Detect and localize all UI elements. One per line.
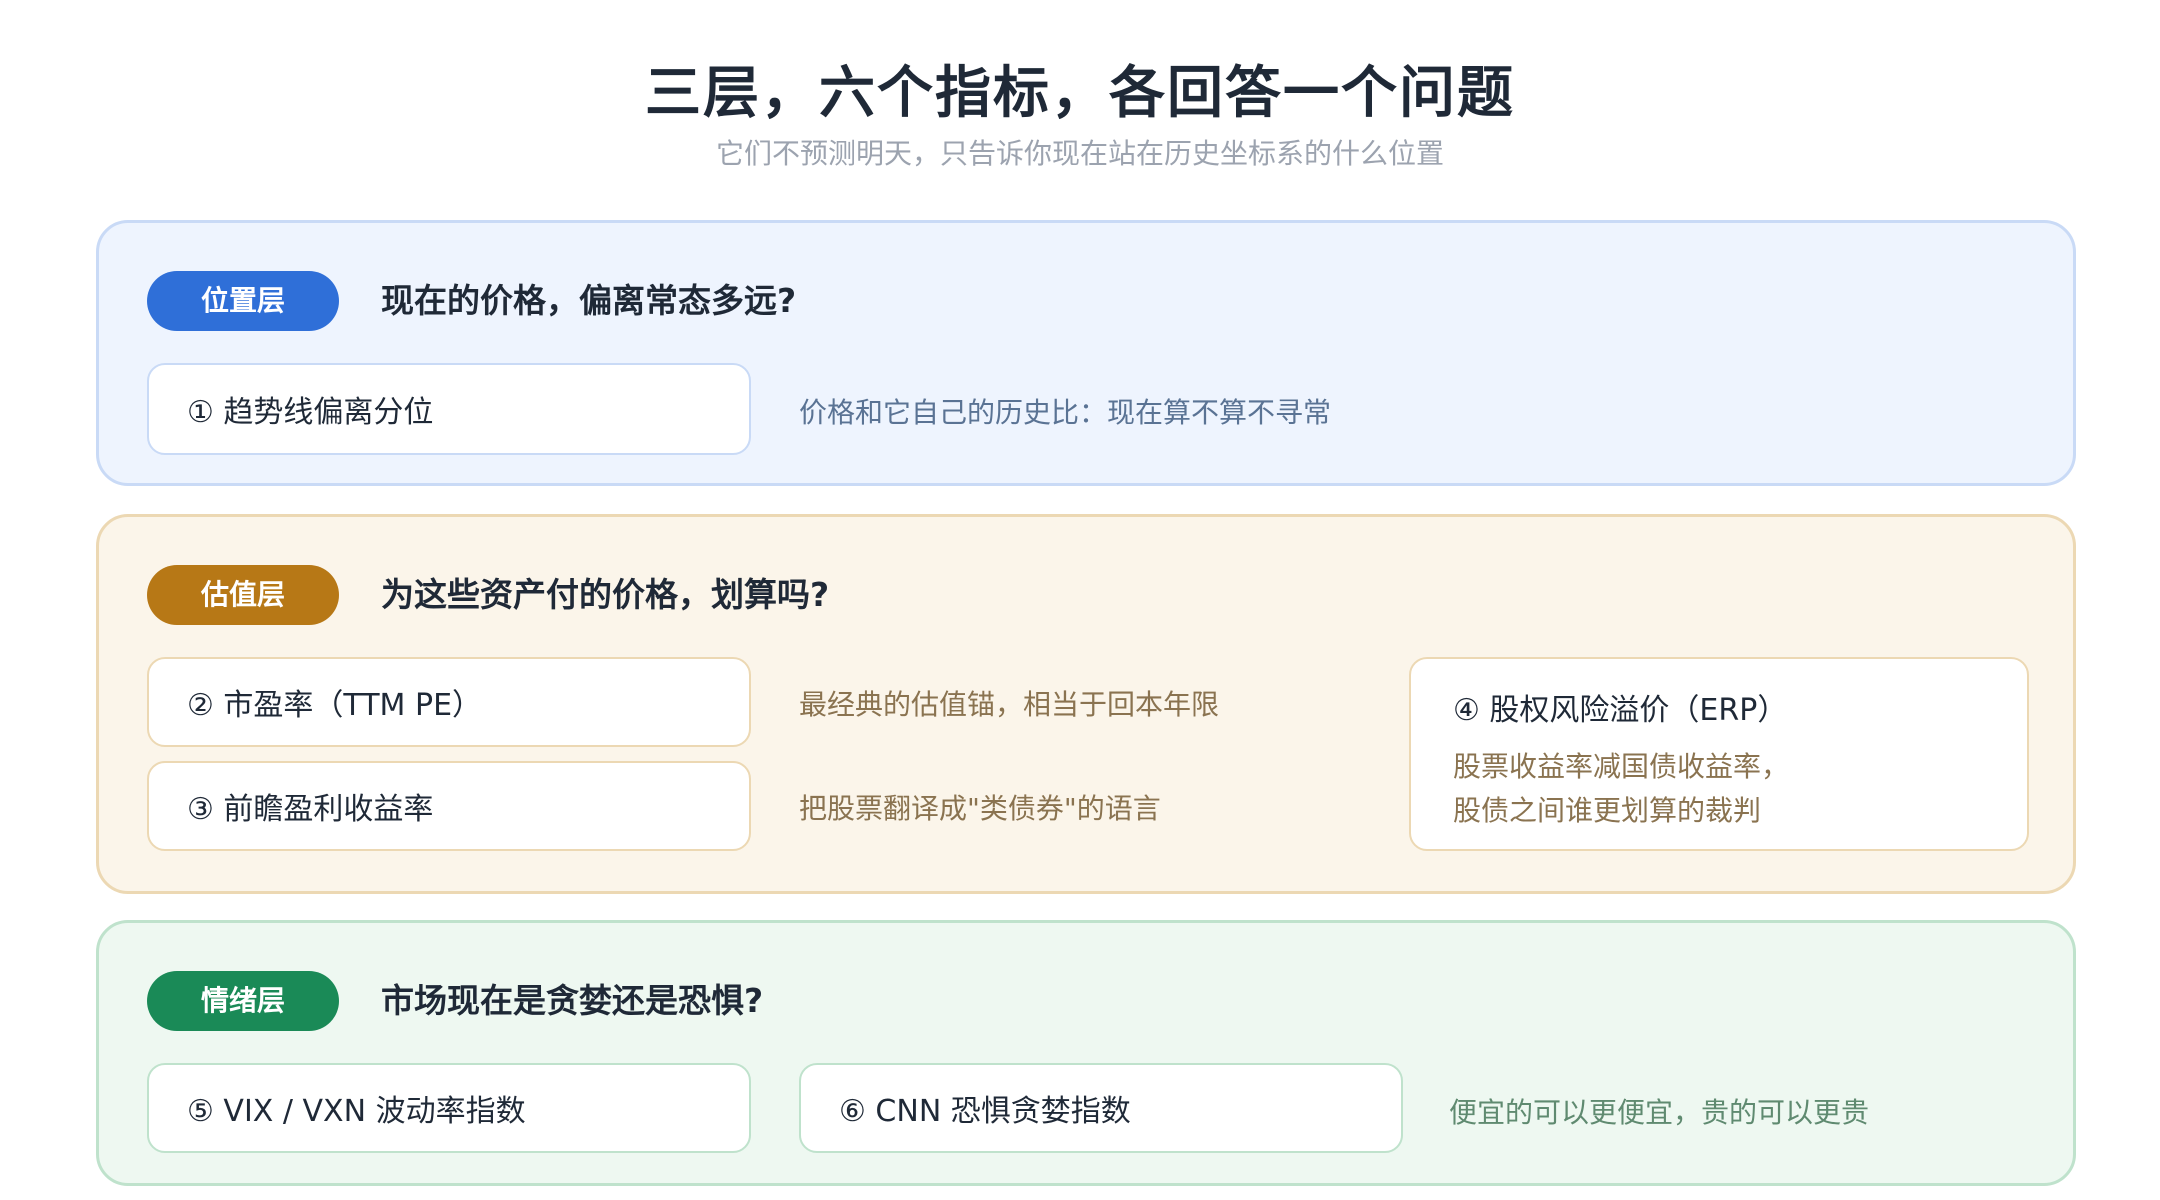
layer-desc-sentiment: 便宜的可以更便宜，贵的可以更贵 <box>1449 1096 1870 1129</box>
layer-question-sentiment: 市场现在是贪婪还是恐惧? <box>381 981 764 1020</box>
layer-question-valuation: 为这些资产付的价格，划算吗? <box>381 575 830 614</box>
layer-badge-position: 位置层 <box>147 271 339 331</box>
indicator-label: ③ 前瞻盈利收益率 <box>187 792 434 827</box>
layer-valuation: 估值层 为这些资产付的价格，划算吗? ② 市盈率（TTM PE） 最经典的估值锚… <box>96 514 2076 894</box>
indicator-label: ④ 股权风险溢价（ERP） <box>1453 693 1788 728</box>
page-subtitle: 它们不预测明天，只告诉你现在站在历史坐标系的什么位置 <box>715 137 1444 170</box>
indicator-card-trend-deviation: ① 趋势线偏离分位 <box>147 363 751 455</box>
indicator-label: ⑤ VIX / VXN 波动率指数 <box>187 1094 526 1129</box>
page: 三层，六个指标，各回答一个问题 它们不预测明天，只告诉你现在站在历史坐标系的什么… <box>0 0 2160 1200</box>
indicator-card-forward-earnings-yield: ③ 前瞻盈利收益率 <box>147 761 751 851</box>
layer-position: 位置层 现在的价格，偏离常态多远? ① 趋势线偏离分位 价格和它自己的历史比：现… <box>96 220 2076 486</box>
indicator-label: ① 趋势线偏离分位 <box>187 395 434 430</box>
indicator-card-fear-greed: ⑥ CNN 恐惧贪婪指数 <box>799 1063 1403 1153</box>
layer-question-position: 现在的价格，偏离常态多远? <box>381 281 797 320</box>
indicator-card-ttm-pe: ② 市盈率（TTM PE） <box>147 657 751 747</box>
layer-badge-sentiment: 情绪层 <box>147 971 339 1031</box>
layer-badge-valuation: 估值层 <box>147 565 339 625</box>
indicator-card-vix: ⑤ VIX / VXN 波动率指数 <box>147 1063 751 1153</box>
indicator-desc-line: 股债之间谁更划算的裁判 <box>1453 794 1762 827</box>
indicator-desc: 最经典的估值锚，相当于回本年限 <box>799 688 1220 721</box>
indicator-desc: 股票收益率减国债收益率， 股债之间谁更划算的裁判 <box>1453 745 1789 833</box>
indicator-label: ⑥ CNN 恐惧贪婪指数 <box>839 1094 1131 1129</box>
indicator-desc-line: 股票收益率减国债收益率， <box>1453 750 1790 783</box>
indicator-desc: 把股票翻译成"类债券"的语言 <box>799 792 1161 825</box>
indicator-card-erp: ④ 股权风险溢价（ERP） 股票收益率减国债收益率， 股债之间谁更划算的裁判 <box>1409 657 2029 851</box>
page-title: 三层，六个指标，各回答一个问题 <box>645 61 1515 126</box>
indicator-desc: 价格和它自己的历史比：现在算不算不寻常 <box>799 396 1332 429</box>
indicator-label: ② 市盈率（TTM PE） <box>187 688 483 723</box>
layer-sentiment: 情绪层 市场现在是贪婪还是恐惧? ⑤ VIX / VXN 波动率指数 ⑥ CNN… <box>96 920 2076 1186</box>
